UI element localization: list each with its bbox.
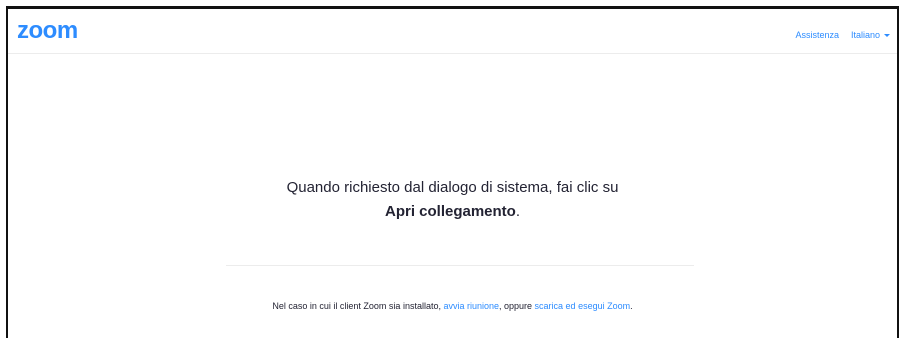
browser-page: zoom Assistenza Italiano Quando richiest… xyxy=(6,6,899,338)
top-header: zoom Assistenza Italiano xyxy=(8,9,897,54)
header-links: Assistenza Italiano xyxy=(795,30,890,40)
footer-suffix: . xyxy=(630,301,633,311)
zoom-logo[interactable]: zoom xyxy=(17,19,78,43)
support-link[interactable]: Assistenza xyxy=(795,30,839,40)
instruction-action-line: Apri collegamento. xyxy=(8,200,897,224)
divider xyxy=(226,265,694,266)
language-label: Italiano xyxy=(850,30,880,40)
instruction-line: Quando richiesto dal dialogo di sistema,… xyxy=(286,179,619,196)
instruction-period: . xyxy=(515,203,521,220)
open-link-label: Apri collegamento xyxy=(384,203,516,220)
footer-message: Nel caso in cui il client Zoom sia insta… xyxy=(8,301,897,311)
download-zoom-link[interactable]: scarica ed esegui Zoom xyxy=(535,301,631,311)
language-selector[interactable]: Italiano xyxy=(851,30,890,40)
chevron-down-icon xyxy=(884,33,890,37)
footer-middle: , oppure xyxy=(499,301,535,311)
launch-instructions: Quando richiesto dal dialogo di sistema,… xyxy=(8,176,897,224)
launch-meeting-link[interactable]: avvia riunione xyxy=(443,301,499,311)
footer-prefix: Nel caso in cui il client Zoom sia insta… xyxy=(272,301,444,311)
